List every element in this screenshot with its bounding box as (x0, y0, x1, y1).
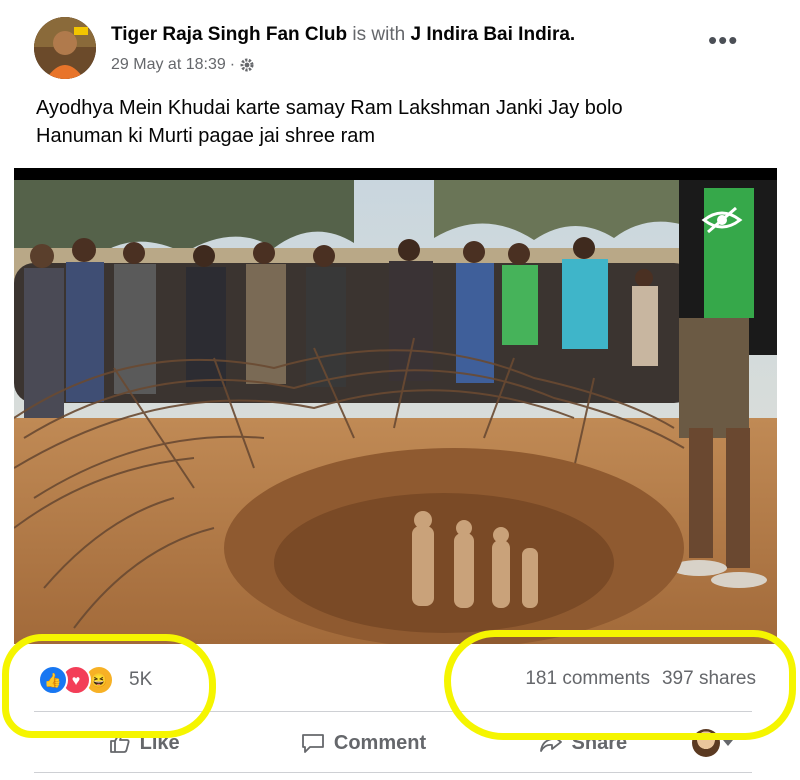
post-photo[interactable] (14, 168, 777, 644)
post-text-line-2: Hanuman ki Murti pagae jai shree ram (36, 125, 376, 147)
divider-top (34, 711, 752, 712)
comment-label: Comment (333, 731, 427, 754)
shares-count[interactable]: 397 shares (662, 668, 756, 690)
post-text-line-1: Ayodhya Mein Khudai karte samay Ram Laks… (36, 97, 623, 119)
post-header: Tiger Raja Singh Fan Club is with J Indi… (111, 24, 576, 45)
meta-separator: · (229, 56, 236, 73)
reactions-summary[interactable]: 👍 ♥ 😆 5K (38, 665, 152, 695)
current-user-avatar (691, 729, 720, 757)
reaction-audience-selector[interactable] (691, 729, 752, 757)
thumbs-up-icon (109, 733, 130, 753)
gear-icon[interactable] (239, 57, 255, 73)
comments-count[interactable]: 181 comments (525, 668, 650, 690)
with-text: is with (352, 24, 406, 45)
reaction-icons: 👍 ♥ 😆 (38, 665, 114, 695)
more-options-icon[interactable]: ••• (708, 27, 738, 53)
post-timestamp[interactable]: 29 May at 18:39 (111, 56, 226, 74)
action-bar: Like Comment Share (34, 720, 752, 766)
author-name-link[interactable]: Tiger Raja Singh Fan Club (111, 24, 347, 45)
reaction-count[interactable]: 5K (129, 669, 152, 691)
engagement-counts: 181 comments 397 shares (525, 668, 756, 690)
facebook-post: Tiger Raja Singh Fan Club is with J Indi… (0, 0, 800, 780)
share-button[interactable]: Share (473, 731, 692, 755)
excavation-photo (14, 168, 777, 644)
chevron-down-icon (722, 740, 733, 746)
divider-bottom (34, 772, 752, 773)
tagged-user-link[interactable]: J Indira Bai Indira (410, 24, 569, 45)
like-button[interactable]: Like (34, 731, 253, 755)
author-avatar[interactable] (34, 17, 96, 79)
post-text: Ayodhya Mein Khudai karte samay Ram Laks… (36, 94, 756, 150)
comment-icon (301, 734, 324, 753)
like-label: Like (139, 731, 180, 754)
post-meta: 29 May at 18:39 · (111, 56, 255, 74)
like-reaction-icon: 👍 (38, 665, 68, 695)
avatar-image (34, 17, 96, 79)
comment-button[interactable]: Comment (253, 731, 472, 755)
share-label: Share (571, 731, 628, 754)
share-arrow-icon (539, 734, 562, 752)
